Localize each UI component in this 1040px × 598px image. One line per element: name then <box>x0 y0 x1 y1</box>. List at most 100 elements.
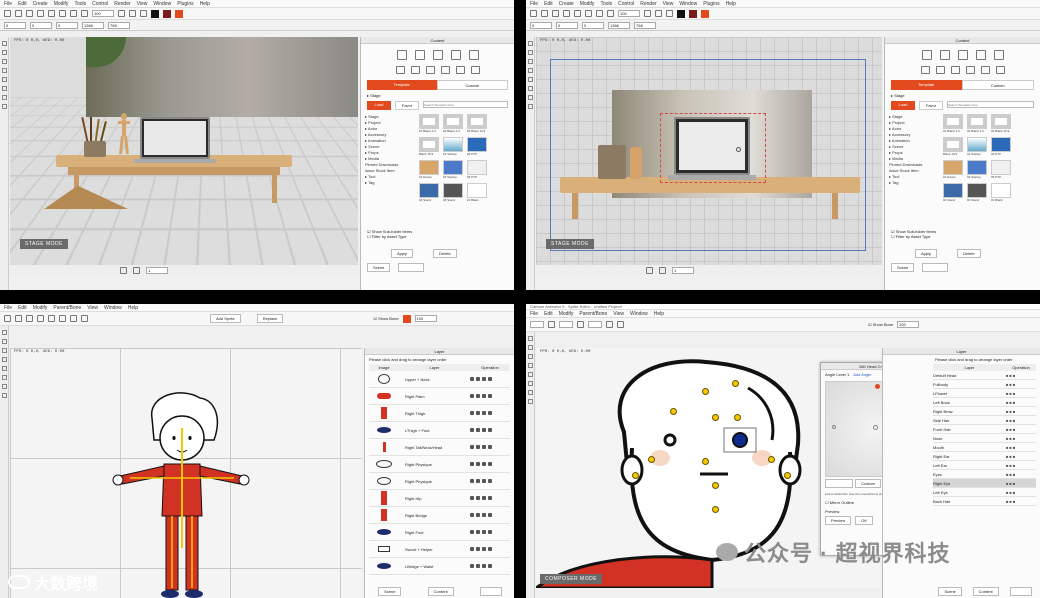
move-icon[interactable] <box>70 10 77 17</box>
control-point-icon[interactable] <box>702 388 709 395</box>
layer-row[interactable]: Right Physique <box>369 456 510 473</box>
rotate-icon[interactable] <box>607 10 614 17</box>
layer-row[interactable]: Right Hip <box>369 490 510 507</box>
open-icon[interactable] <box>15 10 22 17</box>
tab-load[interactable]: Load <box>367 101 391 110</box>
layer-row[interactable]: Side Hair ■■■ <box>933 416 1036 425</box>
tool-prop-icon[interactable] <box>1 95 7 100</box>
tool-field[interactable] <box>559 321 573 328</box>
menu-help[interactable]: Help <box>128 305 138 311</box>
sub-category-icon[interactable] <box>980 66 990 74</box>
control-point-icon[interactable] <box>632 472 639 479</box>
undo-icon[interactable] <box>37 315 44 322</box>
thumbnail[interactable]: 01 Dance <box>943 160 963 180</box>
redo-icon[interactable] <box>574 10 581 17</box>
control-point-icon[interactable] <box>712 482 719 489</box>
select-icon[interactable] <box>59 10 66 17</box>
image-category-icon[interactable] <box>450 50 461 60</box>
image-category-icon[interactable] <box>975 50 986 60</box>
tool-select-icon[interactable] <box>527 336 533 341</box>
sub-category-icon[interactable] <box>470 66 480 74</box>
zoom-field[interactable]: 100 <box>414 315 437 322</box>
motion-category-icon[interactable] <box>468 50 479 60</box>
menu-edit[interactable]: Edit <box>544 311 553 317</box>
angle-point-icon[interactable] <box>832 425 836 430</box>
menu-parent-bone[interactable]: Parent/Bone <box>579 311 607 317</box>
tab-custom[interactable]: Custom <box>961 80 1034 90</box>
height-field[interactable]: 768 <box>108 21 130 29</box>
save-icon[interactable] <box>552 10 559 17</box>
tool-field[interactable] <box>588 321 602 328</box>
tool-scale-icon[interactable] <box>1 366 7 371</box>
export-icon[interactable] <box>175 9 183 18</box>
delete-button[interactable]: Delete <box>433 249 457 258</box>
open-icon[interactable] <box>15 315 22 322</box>
thumbnail[interactable]: Blank 16:9 <box>943 137 963 157</box>
width-field[interactable]: 1366 <box>608 21 630 29</box>
tool-camera-icon[interactable] <box>1 77 7 82</box>
actor-category-icon[interactable] <box>921 50 932 60</box>
filter-asset-checkbox[interactable]: ☐ Filter by Asset Type <box>367 234 412 239</box>
thumbnail[interactable]: 02 Blank 4:3 <box>967 114 987 134</box>
menu-modify[interactable]: Modify <box>54 1 69 7</box>
camera-icon[interactable] <box>644 10 651 17</box>
save-icon[interactable] <box>26 315 33 322</box>
motion-category-icon[interactable] <box>993 50 1004 60</box>
play-icon[interactable] <box>120 266 127 274</box>
layer-row[interactable]: Right Palm <box>369 388 510 405</box>
thumbnail[interactable]: 04 Stand <box>943 183 963 203</box>
tab-template[interactable]: Template <box>367 80 437 90</box>
move-icon[interactable] <box>70 315 77 322</box>
layer-row[interactable]: Sword + Helper <box>369 541 510 558</box>
save-icon[interactable] <box>26 10 33 17</box>
export-icon[interactable] <box>701 9 709 18</box>
template-tab[interactable]: Template <box>825 479 854 488</box>
thumbnail[interactable]: 04 Stand <box>419 183 439 203</box>
content-button[interactable]: Content <box>922 263 949 272</box>
tool-prop-icon[interactable] <box>527 95 533 100</box>
pivot-handle[interactable] <box>736 147 741 152</box>
control-point-icon[interactable] <box>702 458 709 465</box>
layer-row[interactable]: Left Eye ■■■ <box>933 488 1036 497</box>
tool-pivot-icon[interactable] <box>527 381 533 386</box>
menu-modify[interactable]: Modify <box>580 1 595 7</box>
layer-button[interactable]: Layer <box>479 587 502 596</box>
tool-rotate-icon[interactable] <box>1 59 7 64</box>
scene-button[interactable]: Scene <box>938 587 962 596</box>
rotate-icon[interactable] <box>606 321 613 328</box>
tool-mirror-icon[interactable] <box>1 393 7 398</box>
prop-category-icon[interactable] <box>957 50 968 60</box>
menu-tools[interactable]: Tools <box>600 1 612 7</box>
menu-create[interactable]: Create <box>33 1 48 7</box>
ok-button[interactable]: OK <box>855 516 874 525</box>
layer-row[interactable]: Right Brow ■■■ <box>933 407 1036 416</box>
tool-select-icon[interactable] <box>527 41 533 46</box>
control-point-icon[interactable] <box>712 506 719 513</box>
control-point-icon[interactable] <box>734 414 741 421</box>
thumbnail[interactable]: 03 Blank 16:9 <box>467 114 487 134</box>
control-point-icon[interactable] <box>670 408 677 415</box>
content-button[interactable]: Content <box>398 263 425 272</box>
layer-row[interactable]: Right Foot <box>369 524 510 541</box>
tool-camera-icon[interactable] <box>527 77 533 82</box>
layer-row[interactable]: Eyes ■■■ <box>933 470 1036 479</box>
new-icon[interactable] <box>4 10 11 17</box>
scene-category-icon[interactable] <box>939 50 950 60</box>
menu-help[interactable]: Help <box>200 1 210 7</box>
move-icon[interactable] <box>596 10 603 17</box>
ps-icon[interactable] <box>151 9 159 18</box>
stage-viewport[interactable]: FPS: 0 0,0, #E9: 0.00 STAGE MODE <box>536 37 882 265</box>
tree-item[interactable]: ▸ Tag <box>889 180 943 186</box>
sub-category-icon[interactable] <box>455 66 465 74</box>
layer-button[interactable]: Layer <box>1009 587 1032 596</box>
tool-mask-icon[interactable] <box>1 384 7 389</box>
ai-icon[interactable] <box>163 9 171 18</box>
light-icon[interactable] <box>655 10 662 17</box>
sub-category-icon[interactable] <box>410 66 420 74</box>
menu-edit[interactable]: Edit <box>18 305 27 311</box>
tree-item[interactable]: ▸ Tag <box>365 180 419 186</box>
layer-row[interactable]: Back Hair ■■■ <box>933 497 1036 506</box>
width-field[interactable]: 1366 <box>82 21 104 29</box>
y-field[interactable]: 0 <box>556 21 578 29</box>
tool-actor-icon[interactable] <box>1 104 7 109</box>
